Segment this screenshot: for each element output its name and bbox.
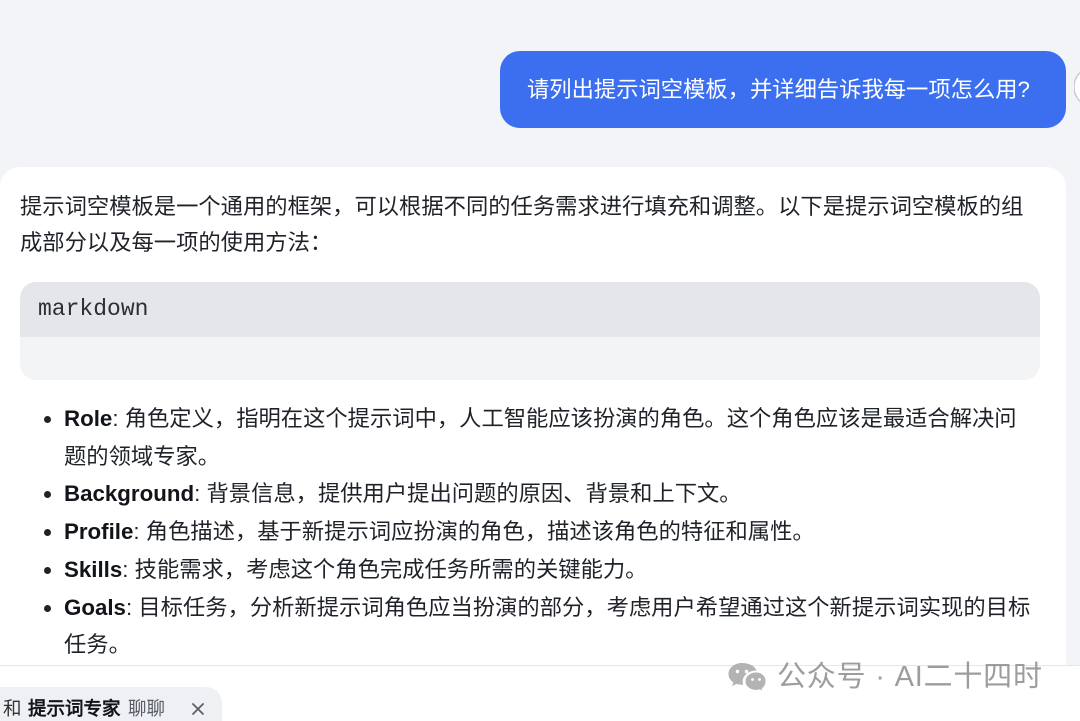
list-item-profile: Profile: 角色描述，基于新提示词应扮演的角色，描述该角色的特征和属性。	[64, 513, 1035, 551]
item-description: : 目标任务，分析新提示词角色应当扮演的部分，考虑用户希望通过这个新提示词实现的…	[64, 594, 1031, 658]
list-item-skills: Skills: 技能需求，考虑这个角色完成任务所需的关键能力。	[64, 551, 1035, 589]
assistant-intro-text: 提示词空模板是一个通用的框架，可以根据不同的任务需求进行填充和调整。以下是提示词…	[20, 194, 1024, 255]
wechat-icon	[728, 663, 767, 693]
item-label: Skills	[64, 556, 123, 582]
item-description: : 技能需求，考虑这个角色完成任务所需的关键能力。	[122, 556, 648, 582]
watermark-text: 公众号 · AI二十四时	[777, 661, 1043, 693]
avatar-icon[interactable]	[1074, 67, 1080, 107]
item-label: Role	[64, 406, 113, 431]
list-item-role: Role: 角色定义，指明在这个提示词中，人工智能应该扮演的角色。这个角色应该是…	[64, 400, 1035, 475]
item-description: : 角色描述，基于新提示词应扮演的角色，描述该角色的特征和属性。	[133, 519, 815, 545]
user-message-bubble: 请列出提示词空模板，并详细告诉我每一项怎么用?	[500, 51, 1066, 128]
chip-suffix: 聊聊	[128, 698, 166, 719]
item-description: : 背景信息，提供用户提出问题的原因、背景和上下文。	[194, 481, 742, 507]
item-label: Goals	[64, 594, 126, 620]
item-description: : 角色定义，指明在这个提示词中，人工智能应该扮演的角色。这个角色应该是最适合解…	[64, 406, 1017, 469]
user-message-text: 请列出提示词空模板，并详细告诉我每一项怎么用?	[527, 77, 1030, 102]
code-content-area	[20, 337, 1040, 380]
code-language-label: markdown	[20, 282, 1040, 337]
agent-chip[interactable]: 和 提示词专家 聊聊	[0, 687, 223, 721]
item-label: Profile	[64, 519, 134, 545]
template-item-list: Role: 角色定义，指明在这个提示词中，人工智能应该扮演的角色。这个角色应该是…	[20, 400, 1035, 664]
chip-agent-name: 提示词专家	[28, 698, 121, 719]
list-item-goals: Goals: 目标任务，分析新提示词角色应当扮演的部分，考虑用户希望通过这个新提…	[64, 589, 1035, 664]
list-item-background: Background: 背景信息，提供用户提出问题的原因、背景和上下文。	[64, 475, 1035, 513]
watermark: 公众号 · AI二十四时	[727, 659, 1043, 695]
assistant-message-card: 提示词空模板是一个通用的框架，可以根据不同的任务需求进行填充和调整。以下是提示词…	[0, 167, 1066, 721]
close-icon[interactable]	[191, 702, 205, 716]
code-block: markdown	[20, 282, 1040, 380]
chip-prefix: 和	[3, 698, 22, 719]
item-label: Background	[64, 481, 195, 507]
